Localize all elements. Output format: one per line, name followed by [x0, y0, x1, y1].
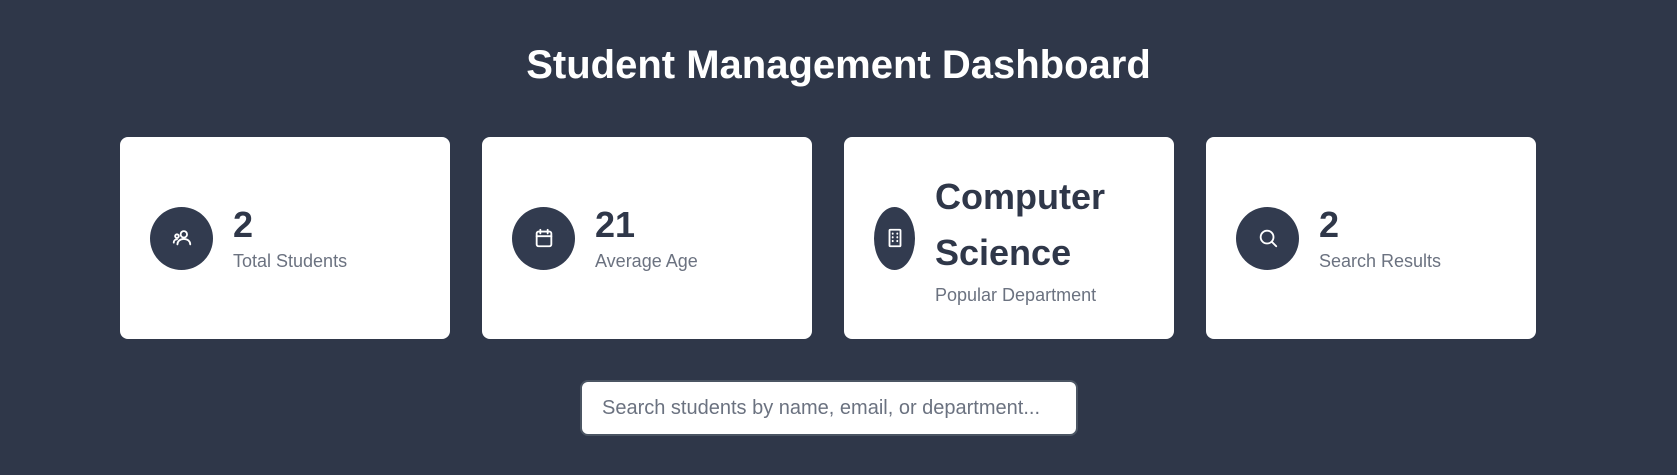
stats-cards: 2 Total Students 21 Average Age Computer…	[120, 137, 1536, 339]
stat-label: Search Results	[1319, 251, 1442, 271]
search-input[interactable]	[580, 380, 1078, 436]
stat-label: Average Age	[595, 251, 698, 271]
search-container	[580, 380, 1078, 436]
stat-card-total-students: 2 Total Students	[120, 137, 450, 339]
page-title: Student Management Dashboard	[526, 43, 1151, 87]
stat-label: Total Students	[233, 251, 348, 271]
stat-label: Popular Department	[935, 285, 1097, 305]
search-icon	[1236, 206, 1299, 270]
stat-value: 2	[1319, 204, 1340, 245]
stat-value: 2	[233, 204, 254, 245]
stat-card-popular-department: Computer Science Popular Department	[844, 137, 1174, 339]
stat-value: Computer Science	[935, 176, 1105, 273]
users-icon	[150, 206, 213, 270]
building-icon	[874, 206, 915, 270]
stat-card-average-age: 21 Average Age	[482, 137, 812, 339]
calendar-icon	[512, 206, 575, 270]
stat-card-search-results: 2 Search Results	[1206, 137, 1536, 339]
stat-value: 21	[595, 204, 636, 245]
